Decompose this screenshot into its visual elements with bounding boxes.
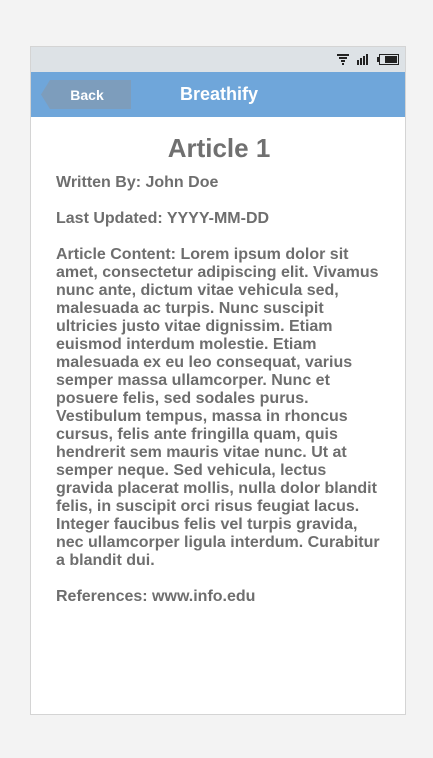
app-title: Breathify [180,84,259,104]
battery-icon [377,54,399,65]
article-references: References: www.info.edu [56,588,256,605]
status-bar [31,47,405,72]
phone-frame: Back Breathify Article 1 Written By: Joh… [30,46,406,715]
wifi-icon [337,54,349,65]
back-button[interactable]: Back [41,80,131,109]
signal-icon [357,54,369,65]
article-author: Written By: John Doe [56,174,219,191]
article-updated: Last Updated: YYYY-MM-DD [56,210,270,227]
article-content: Article 1 Written By: John Doe Last Upda… [56,131,386,606]
article-body: Article Content: Lorem ipsum dolor sit a… [56,246,380,569]
back-button-label: Back [70,86,104,103]
status-icons [337,53,399,66]
app-header: Back Breathify [31,72,405,117]
article-title: Article 1 [167,133,271,163]
